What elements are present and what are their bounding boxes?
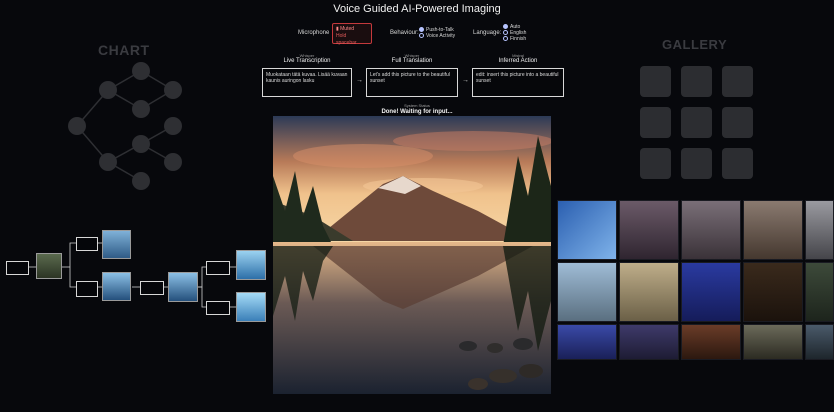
radio-dot-icon xyxy=(503,30,508,36)
panel-translation-head: Whisper Full Translation xyxy=(391,53,433,64)
gallery-thumbnail[interactable] xyxy=(619,324,679,360)
flow-image-node xyxy=(102,230,131,259)
transcription-box: Muokataan tätä kuvaa. Lisää kuvaan kauni… xyxy=(262,68,352,97)
gallery-tile-icon xyxy=(722,66,753,97)
gallery-tile-icon xyxy=(681,148,712,179)
flow-prompt-box xyxy=(206,301,230,315)
flow-prompt-box xyxy=(140,281,164,295)
gallery-icon-grid xyxy=(640,66,753,179)
radio-dot-icon xyxy=(419,27,424,33)
gallery-thumbnail[interactable] xyxy=(619,262,679,322)
flow-prompt-box xyxy=(76,237,98,251)
app-title: Voice Guided AI-Powered Imaging xyxy=(333,3,501,15)
panel-action-head: Mistral Inferred Action xyxy=(498,53,538,64)
radio-dot-icon xyxy=(419,33,424,39)
chart-title: CHART xyxy=(98,42,150,58)
gallery-thumbnail[interactable] xyxy=(619,200,679,260)
gallery-thumbnail[interactable] xyxy=(557,200,617,260)
arrow-right-icon: → xyxy=(462,77,469,84)
chart-graph-illustration xyxy=(68,62,182,190)
flow-prompt-box xyxy=(76,281,98,297)
behaviour-option-voice[interactable]: Voice Activity xyxy=(419,33,455,39)
language-option-finnish[interactable]: Finnish xyxy=(503,36,526,42)
gallery-tile-icon xyxy=(681,107,712,138)
status-value: Done! Waiting for input... xyxy=(381,109,453,115)
flow-prompt-box xyxy=(206,261,230,275)
gallery-thumbnail[interactable] xyxy=(681,262,741,322)
radio-dot-icon xyxy=(503,24,508,30)
microphone-button[interactable]: ▮ Muted Hold spacebar xyxy=(332,23,372,46)
language-radio-group: Auto English Finnish xyxy=(503,24,526,42)
gallery-thumbnail[interactable] xyxy=(743,324,803,360)
gallery-thumbnail[interactable] xyxy=(557,262,617,322)
flow-prompt-box xyxy=(6,261,29,275)
gallery-thumbnail[interactable] xyxy=(805,262,834,322)
gallery-thumbnail[interactable] xyxy=(681,200,741,260)
radio-dot-icon xyxy=(503,36,508,42)
gallery-thumbnail[interactable] xyxy=(743,200,803,260)
behaviour-label: Behaviour: xyxy=(390,30,419,36)
gallery-tile-icon xyxy=(722,107,753,138)
gallery-thumbnail[interactable] xyxy=(805,200,834,260)
mic-hint: Hold spacebar xyxy=(336,33,357,46)
gallery-thumbnail[interactable] xyxy=(743,262,803,322)
language-label: Language: xyxy=(473,30,502,36)
flow-image-node xyxy=(168,272,198,302)
arrow-right-icon: → xyxy=(356,77,363,84)
gallery-thumbnail[interactable] xyxy=(557,324,617,360)
action-box: edit: insert this picture into a beautif… xyxy=(472,68,564,97)
flow-image-node xyxy=(236,250,266,280)
gallery-thumbnails xyxy=(557,200,834,360)
translation-box: Let's add this picture to the beautiful … xyxy=(366,68,458,97)
gallery-tile-icon xyxy=(681,66,712,97)
gallery-thumbnail[interactable] xyxy=(805,324,834,360)
mic-state: ▮ Muted xyxy=(336,26,355,32)
gallery-tile-icon xyxy=(722,148,753,179)
status-label: System Status xyxy=(404,103,430,108)
main-image[interactable] xyxy=(273,116,551,394)
panel-transcription-head: Whisper Live Transcription xyxy=(283,53,331,64)
microphone-label: Microphone xyxy=(298,30,330,36)
flow-image-node xyxy=(102,272,131,301)
gallery-tile-icon xyxy=(640,148,671,179)
gallery-title: GALLERY xyxy=(662,37,728,52)
flow-image-node xyxy=(236,292,266,322)
gallery-tile-icon xyxy=(640,107,671,138)
gallery-tile-icon xyxy=(640,66,671,97)
gallery-thumbnail[interactable] xyxy=(681,324,741,360)
flow-image-node xyxy=(36,253,62,279)
behaviour-radio-group: Push-to-Talk Voice Activity xyxy=(419,27,455,39)
